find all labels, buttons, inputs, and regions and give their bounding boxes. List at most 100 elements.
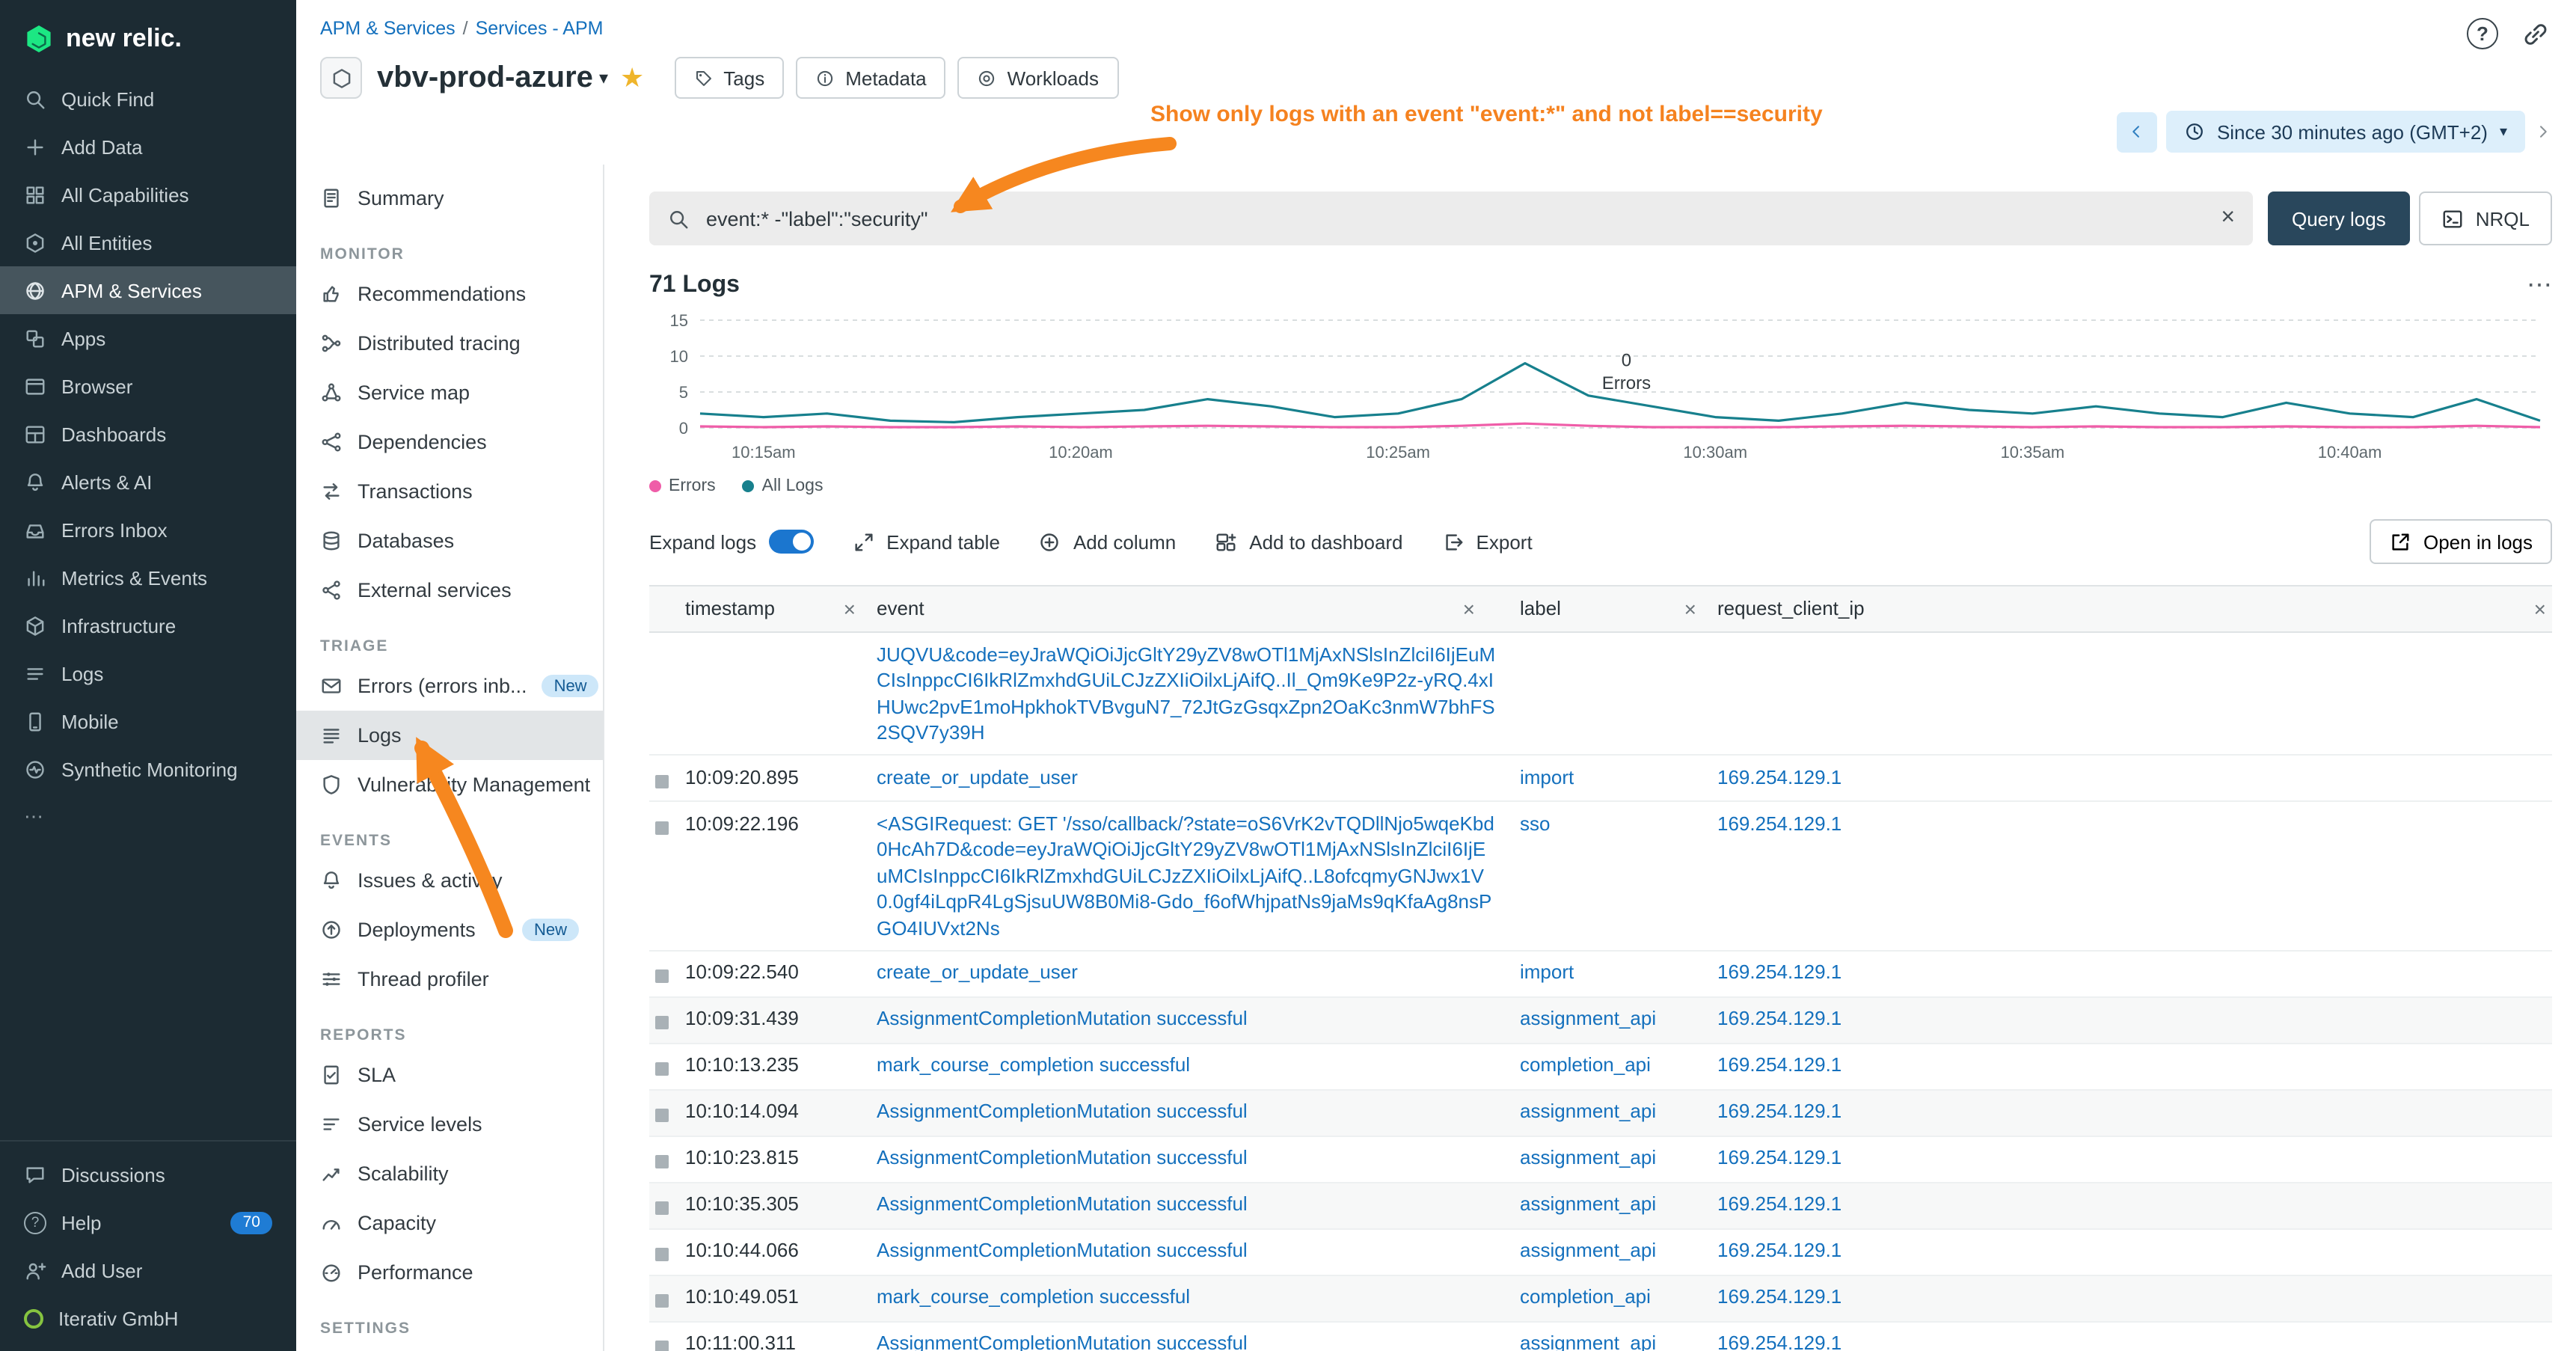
sidebar-item-more[interactable]: ⋯ <box>0 793 296 841</box>
cell-ip-link[interactable]: 169.254.129.1 <box>1717 1285 1841 1308</box>
cell-label-link[interactable]: assignment_api <box>1520 1007 1656 1029</box>
cell-event-link[interactable]: create_or_update_user <box>877 961 1078 983</box>
cell-event-link[interactable]: <ASGIRequest: GET '/sso/callback/?state=… <box>877 812 1494 939</box>
legend-all-logs[interactable]: All Logs <box>743 477 824 495</box>
cell-ip-link[interactable]: 169.254.129.1 <box>1717 961 1841 983</box>
table-row[interactable]: 10:09:22.540 create_or_update_user impor… <box>649 951 2552 997</box>
row-checkbox[interactable] <box>655 1341 669 1351</box>
log-query-box[interactable]: × <box>649 192 2253 245</box>
row-checkbox[interactable] <box>655 1016 669 1029</box>
cell-label-link[interactable]: completion_api <box>1520 1053 1651 1076</box>
chevron-down-icon[interactable]: ▾ <box>599 67 608 88</box>
subnav-item-logs[interactable]: Logs <box>296 711 603 760</box>
sidebar-item-add-data[interactable]: Add Data <box>0 123 296 171</box>
query-logs-button[interactable]: Query logs <box>2268 192 2410 245</box>
remove-label-column-icon[interactable]: × <box>1684 598 1696 619</box>
cell-ip-link[interactable]: 169.254.129.1 <box>1717 1192 1841 1215</box>
subnav-item-vulnerability-management[interactable]: Vulnerability Management <box>296 760 603 809</box>
cell-label-link[interactable]: assignment_api <box>1520 1332 1656 1351</box>
tags-button[interactable]: Tags <box>674 57 784 99</box>
nrql-button[interactable]: NRQL <box>2419 192 2552 245</box>
sidebar-item-synthetic-monitoring[interactable]: Synthetic Monitoring <box>0 745 296 793</box>
cell-ip-link[interactable]: 169.254.129.1 <box>1717 812 1841 834</box>
sidebar-item-add-user[interactable]: Add User <box>0 1246 296 1294</box>
sidebar-item-quick-find[interactable]: Quick Find <box>0 75 296 123</box>
cell-label-link[interactable]: assignment_api <box>1520 1100 1656 1122</box>
clear-query-icon[interactable]: × <box>2221 206 2235 230</box>
sidebar-item-apm-services[interactable]: APM & Services <box>0 266 296 314</box>
time-back-button[interactable] <box>2117 111 2157 152</box>
subnav-item-transactions[interactable]: Transactions <box>296 467 603 516</box>
sidebar-item-browser[interactable]: Browser <box>0 362 296 410</box>
breadcrumb-services-apm[interactable]: Services - APM <box>476 18 604 39</box>
cell-event-link[interactable]: AssignmentCompletionMutation successful <box>877 1100 1248 1122</box>
remove-event-column-icon[interactable]: × <box>1463 598 1475 619</box>
cell-event-link[interactable]: AssignmentCompletionMutation successful <box>877 1239 1248 1261</box>
subnav-item-scalability[interactable]: Scalability <box>296 1149 603 1198</box>
table-row[interactable]: 10:10:49.051 mark_course_completion succ… <box>649 1275 2552 1322</box>
open-in-logs-button[interactable]: Open in logs <box>2370 519 2552 564</box>
cell-label-link[interactable]: assignment_api <box>1520 1239 1656 1261</box>
cell-event-link[interactable]: mark_course_completion successful <box>877 1053 1190 1076</box>
sidebar-item-discussions[interactable]: Discussions <box>0 1151 296 1198</box>
row-checkbox[interactable] <box>655 1201 669 1215</box>
subnav-item-dependencies[interactable]: Dependencies <box>296 417 603 467</box>
time-forward-button[interactable] <box>2534 123 2552 141</box>
cell-event-link[interactable]: AssignmentCompletionMutation successful <box>877 1332 1248 1351</box>
table-row[interactable]: 10:10:13.235 mark_course_completion succ… <box>649 1044 2552 1090</box>
cell-label-link[interactable]: assignment_api <box>1520 1146 1656 1168</box>
cell-label-link[interactable]: import <box>1520 961 1574 983</box>
subnav-item-deployments[interactable]: Deployments New <box>296 905 603 955</box>
page-title[interactable]: vbv-prod-azure <box>377 61 593 95</box>
remove-timestamp-column-icon[interactable]: × <box>844 598 856 619</box>
cell-ip-link[interactable]: 169.254.129.1 <box>1717 765 1841 788</box>
expand-table-button[interactable]: Expand table <box>852 530 1000 553</box>
cell-event-link[interactable]: create_or_update_user <box>877 765 1078 788</box>
subnav-item-performance[interactable]: Performance <box>296 1248 603 1297</box>
cell-label-link[interactable]: import <box>1520 765 1574 788</box>
row-checkbox[interactable] <box>655 1155 669 1168</box>
sidebar-item-logs[interactable]: Logs <box>0 649 296 697</box>
cell-ip-link[interactable]: 169.254.129.1 <box>1717 1332 1841 1351</box>
cell-event-link[interactable]: AssignmentCompletionMutation successful <box>877 1192 1248 1215</box>
table-row[interactable]: 10:10:44.066 AssignmentCompletionMutatio… <box>649 1229 2552 1275</box>
sidebar-item-dashboards[interactable]: Dashboards <box>0 410 296 458</box>
row-checkbox[interactable] <box>655 774 669 788</box>
subnav-item-databases[interactable]: Databases <box>296 516 603 566</box>
brand-logo[interactable]: new relic. <box>0 15 296 75</box>
subnav-item-service-levels[interactable]: Service levels <box>296 1100 603 1149</box>
help-circle-icon[interactable]: ? <box>2467 18 2498 49</box>
table-row[interactable]: 10:10:23.815 AssignmentCompletionMutatio… <box>649 1136 2552 1183</box>
sidebar-item-metrics-events[interactable]: Metrics & Events <box>0 554 296 601</box>
subnav-item-issues-activity[interactable]: Issues & activity <box>296 856 603 905</box>
remove-ip-column-icon[interactable]: × <box>2534 598 2546 619</box>
expand-logs-toggle[interactable] <box>768 530 813 554</box>
subnav-item-thread-profiler[interactable]: Thread profiler <box>296 955 603 1004</box>
sidebar-item-all-entities[interactable]: All Entities <box>0 218 296 266</box>
permalink-icon[interactable] <box>2522 20 2549 47</box>
subnav-item-recommendations[interactable]: Recommendations <box>296 269 603 319</box>
cell-ip-link[interactable]: 169.254.129.1 <box>1717 1239 1841 1261</box>
sidebar-item-help[interactable]: ? Help 70 <box>0 1198 296 1246</box>
cell-ip-link[interactable]: 169.254.129.1 <box>1717 1007 1841 1029</box>
row-checkbox[interactable] <box>655 821 669 834</box>
add-column-button[interactable]: Add column <box>1039 530 1176 553</box>
time-picker[interactable]: Since 30 minutes ago (GMT+2) ▾ <box>2166 111 2525 153</box>
table-row[interactable]: 10:09:22.196 <ASGIRequest: GET '/sso/cal… <box>649 802 2552 951</box>
export-button[interactable]: Export <box>1442 530 1533 553</box>
table-row[interactable]: 10:09:31.439 AssignmentCompletionMutatio… <box>649 997 2552 1044</box>
cell-label-link[interactable]: assignment_api <box>1520 1192 1656 1215</box>
cell-label-link[interactable]: completion_api <box>1520 1285 1651 1308</box>
sidebar-item-alerts-ai[interactable]: Alerts & AI <box>0 458 296 506</box>
table-row[interactable]: 10:09:20.895 create_or_update_user impor… <box>649 756 2552 802</box>
subnav-item-capacity[interactable]: Capacity <box>296 1198 603 1248</box>
sidebar-item-errors-inbox[interactable]: Errors Inbox <box>0 506 296 554</box>
row-checkbox[interactable] <box>655 1294 669 1308</box>
table-row[interactable]: 10:10:35.305 AssignmentCompletionMutatio… <box>649 1183 2552 1229</box>
cell-ip-link[interactable]: 169.254.129.1 <box>1717 1053 1841 1076</box>
metadata-button[interactable]: Metadata <box>796 57 945 99</box>
add-to-dashboard-button[interactable]: Add to dashboard <box>1215 530 1402 553</box>
cell-event-link[interactable]: JUQVU&code=eyJraWQiOiJjcGltY29yZV8wOTl1M… <box>877 643 1495 744</box>
subnav-item-external-services[interactable]: External services <box>296 566 603 615</box>
workloads-button[interactable]: Workloads <box>958 57 1118 99</box>
